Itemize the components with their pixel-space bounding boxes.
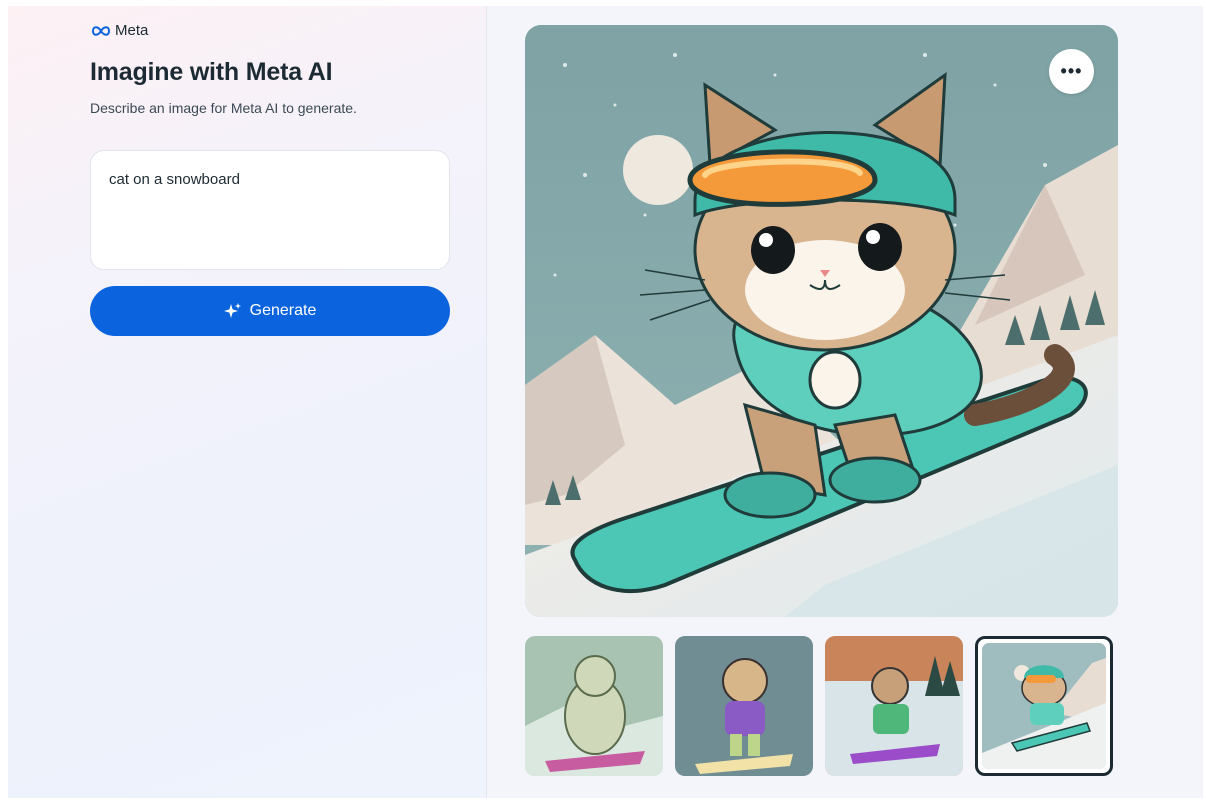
page-title: Imagine with Meta AI (90, 58, 333, 86)
thumbnail-4-image (982, 643, 1106, 769)
thumbnail-3-image (825, 636, 963, 776)
thumbnail-1-image (525, 636, 663, 776)
thumbnail-1[interactable] (525, 636, 663, 776)
more-horizontal-icon: ••• (1060, 61, 1083, 81)
sparkle-icon (223, 303, 241, 318)
generate-button[interactable]: Generate (90, 286, 450, 336)
generate-button-label: Generate (249, 302, 317, 319)
prompt-text: cat on a snowboard (109, 171, 240, 188)
brand-name: Meta (115, 22, 149, 39)
thumbnail-4-frame (982, 643, 1106, 769)
cat-snowboard-illustration (525, 25, 1118, 617)
app-window: Meta Imagine with Meta AI Describe an im… (0, 0, 1206, 805)
thumbnail-2-image (675, 636, 813, 776)
page-subtitle: Describe an image for Meta AI to generat… (90, 100, 357, 116)
thumbnail-4-selected[interactable] (975, 636, 1113, 776)
results-panel: ••• (487, 6, 1203, 798)
thumbnail-3[interactable] (825, 636, 963, 776)
thumbnail-strip (525, 636, 1118, 778)
prompt-panel: Meta Imagine with Meta AI Describe an im… (8, 6, 487, 798)
prompt-input[interactable]: cat on a snowboard (90, 150, 450, 270)
generated-image-main[interactable]: ••• (525, 25, 1118, 617)
meta-infinity-logo-icon (91, 25, 111, 36)
brand-logo: Meta (90, 22, 148, 39)
more-options-button[interactable]: ••• (1049, 49, 1094, 94)
thumbnail-2[interactable] (675, 636, 813, 776)
